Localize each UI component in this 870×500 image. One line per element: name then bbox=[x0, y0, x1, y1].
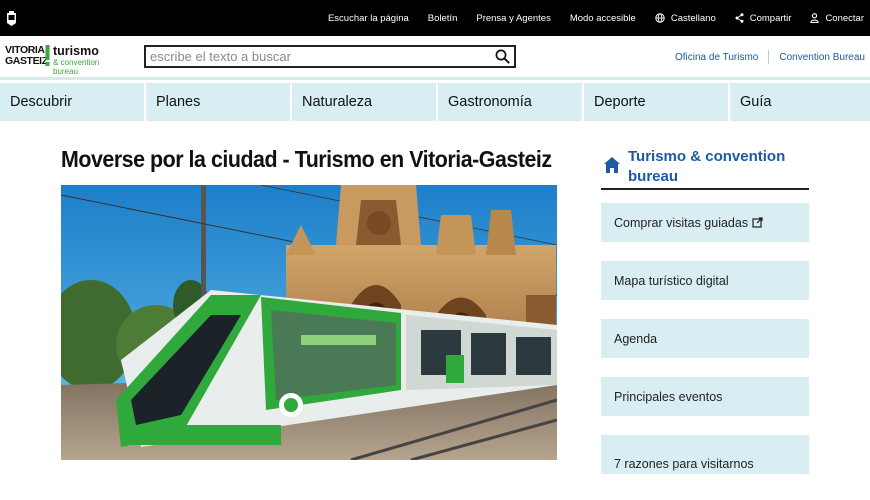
external-link-icon bbox=[752, 217, 763, 228]
sidebar-item-label: Comprar visitas guiadas bbox=[614, 215, 749, 230]
share-icon bbox=[735, 13, 744, 23]
accessible-mode-label: Modo accesible bbox=[569, 12, 636, 24]
language-selector[interactable]: Castellano bbox=[655, 13, 716, 24]
sidebar-item-principales-eventos[interactable]: Principales eventos bbox=[601, 377, 809, 416]
logo-turismo: turismo bbox=[53, 44, 99, 58]
search-input[interactable] bbox=[150, 48, 490, 65]
sidebar-item-label: Mapa turístico digital bbox=[614, 273, 729, 288]
hero-image-tram-cathedral bbox=[61, 185, 557, 460]
header-links: Oficina de Turismo Convention Bureau bbox=[675, 50, 865, 64]
header-divider bbox=[768, 50, 770, 64]
top-bar: Escuchar la página Boletín Prensa y Agen… bbox=[0, 0, 870, 36]
sidebar-item-agenda[interactable]: Agenda bbox=[601, 319, 809, 358]
sidebar-item-label: Agenda bbox=[614, 331, 658, 346]
listen-page-label: Escuchar la página bbox=[327, 12, 409, 24]
sidebar-heading-text: Turismo & convention bureau bbox=[628, 148, 786, 185]
nav-item-descubrir[interactable]: Descubrir bbox=[0, 83, 144, 121]
language-label: Castellano bbox=[670, 12, 716, 24]
nav-item-naturaleza[interactable]: Naturaleza bbox=[292, 83, 436, 121]
site-logo[interactable]: VITORIA GASTEIZ turismo & convention bur… bbox=[5, 44, 125, 77]
home-icon bbox=[604, 157, 620, 173]
city-crest-icon[interactable] bbox=[6, 11, 17, 26]
share-label: Compartir bbox=[749, 12, 792, 24]
site-header: VITORIA GASTEIZ turismo & convention bur… bbox=[0, 36, 870, 80]
logo-line-2: GASTEIZ bbox=[5, 55, 48, 67]
nav-item-deporte[interactable]: Deporte bbox=[584, 83, 728, 121]
convention-bureau-link[interactable]: Convention Bureau bbox=[779, 52, 865, 63]
tourism-office-link[interactable]: Oficina de Turismo bbox=[675, 52, 758, 63]
connect-label: Conectar bbox=[825, 12, 864, 24]
search-box bbox=[144, 45, 516, 68]
sidebar-item-label: Principales eventos bbox=[614, 389, 723, 404]
sidebar-heading: Turismo & convention bureau bbox=[601, 147, 809, 190]
share-link[interactable]: Compartir bbox=[735, 12, 792, 24]
connect-link[interactable]: Conectar bbox=[810, 13, 864, 24]
nav-item-guia[interactable]: Guía bbox=[730, 83, 870, 121]
sidebar-item-mapa-turistico[interactable]: Mapa turístico digital bbox=[601, 261, 809, 300]
top-links: Escuchar la página Boletín Prensa y Agen… bbox=[309, 0, 864, 36]
logo-exclamation-icon bbox=[45, 45, 50, 66]
logo-convention: & convention bureau bbox=[53, 58, 100, 76]
page-title: Moverse por la ciudad - Turismo en Vitor… bbox=[61, 146, 552, 172]
newsletter-link[interactable]: Boletín bbox=[428, 13, 458, 24]
accessible-mode-link[interactable]: Modo accesible bbox=[570, 13, 636, 24]
user-icon bbox=[810, 13, 820, 23]
listen-page-link[interactable]: Escuchar la página bbox=[328, 13, 409, 24]
sidebar-item-comprar-visitas[interactable]: Comprar visitas guiadas bbox=[601, 203, 809, 242]
logo-city-name: VITORIA GASTEIZ bbox=[5, 45, 48, 67]
globe-icon bbox=[655, 13, 665, 23]
search-icon[interactable] bbox=[495, 49, 510, 64]
press-agents-label: Prensa y Agentes bbox=[476, 12, 551, 24]
press-agents-link[interactable]: Prensa y Agentes bbox=[476, 13, 550, 24]
nav-item-gastronomia[interactable]: Gastronomía bbox=[438, 83, 582, 121]
sidebar-item-7-razones[interactable]: 7 razones para visitarnos bbox=[601, 435, 809, 474]
nav-item-planes[interactable]: Planes bbox=[146, 83, 290, 121]
main-nav: Descubrir Planes Naturaleza Gastronomía … bbox=[0, 83, 870, 121]
newsletter-label: Boletín bbox=[427, 12, 458, 24]
sidebar-item-label: 7 razones para visitarnos bbox=[614, 456, 754, 471]
